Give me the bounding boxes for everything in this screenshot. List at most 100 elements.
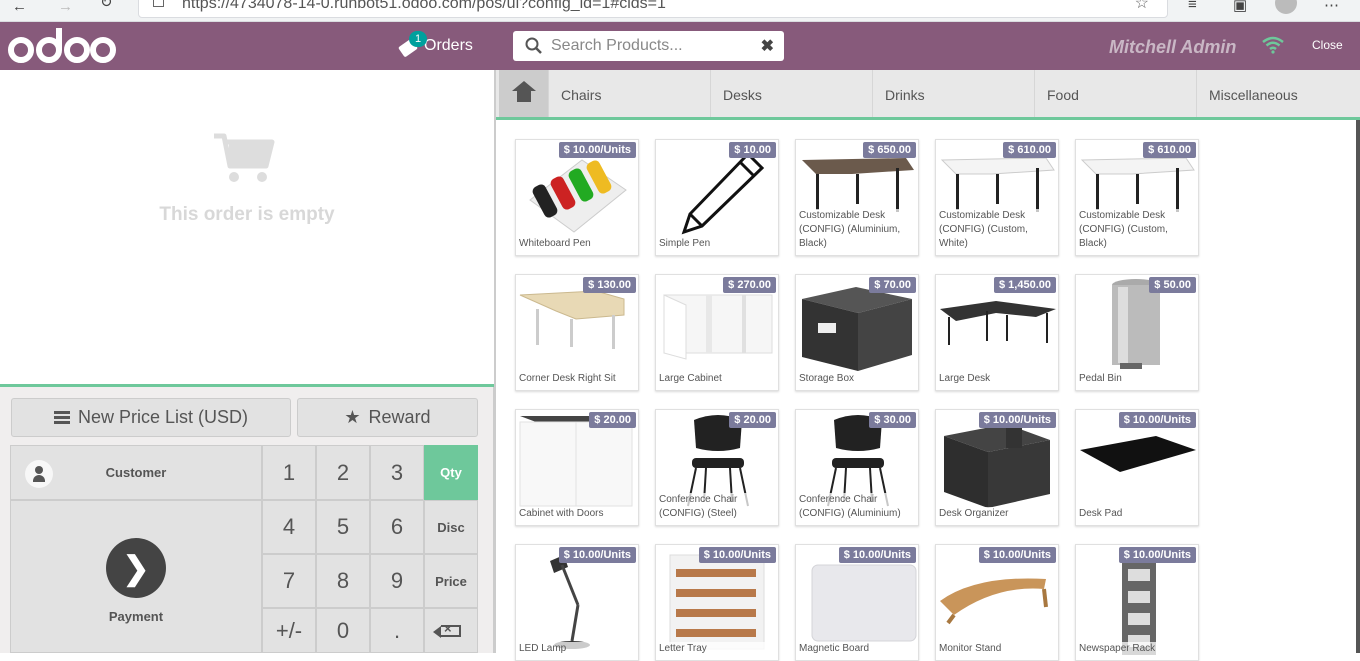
reload-icon[interactable]: ↻	[100, 0, 113, 10]
bookmark-star-icon[interactable]: ☆	[1135, 0, 1149, 13]
address-bar[interactable]: https://4734078-14-0.runbot51.odoo.com/p…	[138, 0, 1168, 18]
mode-disc-button[interactable]: Disc	[424, 500, 478, 554]
search-icon	[525, 37, 542, 54]
numpad-key-0[interactable]: 0	[316, 608, 370, 653]
product-card-whiteboard-pen[interactable]: $ 10.00/Units Whiteboard Pen	[515, 139, 639, 256]
product-scrollbar[interactable]	[1356, 120, 1360, 653]
product-card-cabinet-with-doors[interactable]: $ 20.00 Cabinet with Doors	[515, 409, 639, 526]
product-card-desk-organizer[interactable]: $ 10.00/Units Desk Organizer	[935, 409, 1059, 526]
mode-price-button[interactable]: Price	[424, 554, 478, 608]
numpad-area: Customer ❯ Payment 1 2 3 Qty 4 5 6 Disc …	[10, 445, 478, 653]
payment-label: Payment	[108, 609, 164, 624]
reward-button[interactable]: ★ Reward	[297, 398, 478, 437]
product-card-customizable-desk-aluminium-black[interactable]: $ 650.00 Customizable Desk (CONFIG) (Alu…	[795, 139, 919, 256]
numpad-key-1[interactable]: 1	[262, 445, 316, 500]
product-card-storage-box[interactable]: $ 70.00 Storage Box	[795, 274, 919, 391]
product-price: $ 20.00	[729, 412, 776, 428]
product-card-led-lamp[interactable]: $ 10.00/Units LED Lamp	[515, 544, 639, 661]
backspace-button[interactable]	[424, 608, 478, 653]
product-name: LED Lamp	[519, 642, 637, 656]
product-card-conference-chair-aluminium[interactable]: $ 30.00 Conference Chair (CONFIG) (Alumi…	[795, 409, 919, 526]
more-options-icon[interactable]: ⋯	[1324, 0, 1339, 14]
orders-label: Orders	[424, 37, 473, 54]
product-price: $ 10.00	[729, 142, 776, 158]
list-icon	[53, 410, 70, 425]
product-name: Desk Pad	[1079, 507, 1197, 521]
product-price: $ 10.00/Units	[1118, 412, 1196, 428]
product-name: Magnetic Board	[799, 642, 917, 656]
home-icon	[511, 80, 536, 103]
product-name: Conference Chair (CONFIG) (Steel)	[659, 493, 777, 521]
pricelist-button[interactable]: New Price List (USD)	[11, 398, 291, 437]
mode-qty-button[interactable]: Qty	[424, 445, 478, 500]
product-name: Customizable Desk (CONFIG) (Custom, Blac…	[1079, 209, 1197, 251]
clear-search-icon[interactable]: ✖	[761, 36, 774, 56]
customer-button[interactable]: Customer	[10, 445, 262, 500]
product-name: Conference Chair (CONFIG) (Aluminium)	[799, 493, 917, 521]
product-card-conference-chair-steel[interactable]: $ 20.00 Conference Chair (CONFIG) (Steel…	[655, 409, 779, 526]
reward-label: Reward	[368, 407, 431, 427]
category-drinks[interactable]: Drinks	[872, 70, 1034, 117]
product-price: $ 10.00/Units	[698, 547, 776, 563]
product-card-simple-pen[interactable]: $ 10.00 Simple Pen	[655, 139, 779, 256]
backspace-icon	[433, 621, 461, 638]
product-card-newspaper-rack[interactable]: $ 10.00/Units Newspaper Rack	[1075, 544, 1199, 661]
category-desks[interactable]: Desks	[710, 70, 872, 117]
product-card-monitor-stand[interactable]: $ 10.00/Units Monitor Stand	[935, 544, 1059, 661]
category-food[interactable]: Food	[1034, 70, 1196, 117]
product-price: $ 270.00	[723, 277, 776, 293]
numpad-key-8[interactable]: 8	[316, 554, 370, 608]
cashier-name[interactable]: Mitchell Admin	[1109, 37, 1236, 58]
product-card-customizable-desk-custom-white[interactable]: $ 610.00 Customizable Desk (CONFIG) (Cus…	[935, 139, 1059, 256]
product-name: Pedal Bin	[1079, 372, 1197, 386]
numpad-key-2[interactable]: 2	[316, 445, 370, 500]
numpad-key-6[interactable]: 6	[370, 500, 424, 554]
browser-profile-icon[interactable]	[1275, 0, 1297, 14]
category-bar: Chairs Desks Drinks Food Miscellaneous	[496, 70, 1360, 120]
numpad-key-4[interactable]: 4	[262, 500, 316, 554]
user-icon	[25, 460, 53, 488]
product-price: $ 10.00/Units	[978, 547, 1056, 563]
product-card-desk-pad[interactable]: $ 10.00/Units Desk Pad	[1075, 409, 1199, 526]
forward-icon[interactable]: →	[58, 0, 73, 14]
numpad-key-9[interactable]: 9	[370, 554, 424, 608]
empty-order-message: This order is empty	[159, 204, 335, 225]
product-price: $ 10.00/Units	[978, 412, 1056, 428]
product-card-large-desk[interactable]: $ 1,450.00 Large Desk	[935, 274, 1059, 391]
collections-icon[interactable]: ▣	[1233, 0, 1247, 14]
product-card-pedal-bin[interactable]: $ 50.00 Pedal Bin	[1075, 274, 1199, 391]
numpad-key-7[interactable]: 7	[262, 554, 316, 608]
product-search: ✖	[513, 31, 784, 61]
product-name: Large Cabinet	[659, 372, 777, 386]
product-card-letter-tray[interactable]: $ 10.00/Units Letter Tray	[655, 544, 779, 661]
numpad-key-dot[interactable]: .	[370, 608, 424, 653]
category-miscellaneous[interactable]: Miscellaneous	[1196, 70, 1360, 117]
close-button[interactable]: Close	[1312, 38, 1343, 52]
product-name: Customizable Desk (CONFIG) (Custom, Whit…	[939, 209, 1057, 251]
category-chairs[interactable]: Chairs	[548, 70, 710, 117]
numpad-key-3[interactable]: 3	[370, 445, 424, 500]
product-card-customizable-desk-custom-black[interactable]: $ 610.00 Customizable Desk (CONFIG) (Cus…	[1075, 139, 1199, 256]
product-price: $ 10.00/Units	[838, 547, 916, 563]
product-price: $ 130.00	[583, 277, 636, 293]
chevron-right-icon: ❯	[106, 538, 166, 598]
numpad-key-5[interactable]: 5	[316, 500, 370, 554]
payment-button[interactable]: ❯ Payment	[10, 500, 262, 653]
numpad-key-plus-minus[interactable]: +/-	[262, 608, 316, 653]
back-icon[interactable]: ←	[12, 0, 27, 14]
product-screen: Chairs Desks Drinks Food Miscellaneous $…	[496, 70, 1360, 661]
product-name: Customizable Desk (CONFIG) (Aluminium, B…	[799, 209, 917, 251]
pos-header: Orders 1 ✖ Mitchell Admin Close	[0, 22, 1360, 70]
wifi-icon	[1262, 36, 1284, 54]
product-name: Whiteboard Pen	[519, 237, 637, 251]
order-lines: This order is empty	[0, 70, 494, 387]
url-text: https://4734078-14-0.runbot51.odoo.com/p…	[182, 0, 666, 12]
product-card-large-cabinet[interactable]: $ 270.00 Large Cabinet	[655, 274, 779, 391]
reading-list-icon[interactable]: ≡	[1188, 0, 1197, 13]
home-category-button[interactable]	[499, 70, 548, 117]
search-input[interactable]	[551, 37, 751, 55]
page-icon	[153, 0, 164, 7]
product-card-magnetic-board[interactable]: $ 10.00/Units Magnetic Board	[795, 544, 919, 661]
star-icon: ★	[344, 407, 361, 427]
product-card-corner-desk-right-sit[interactable]: $ 130.00 Corner Desk Right Sit	[515, 274, 639, 391]
